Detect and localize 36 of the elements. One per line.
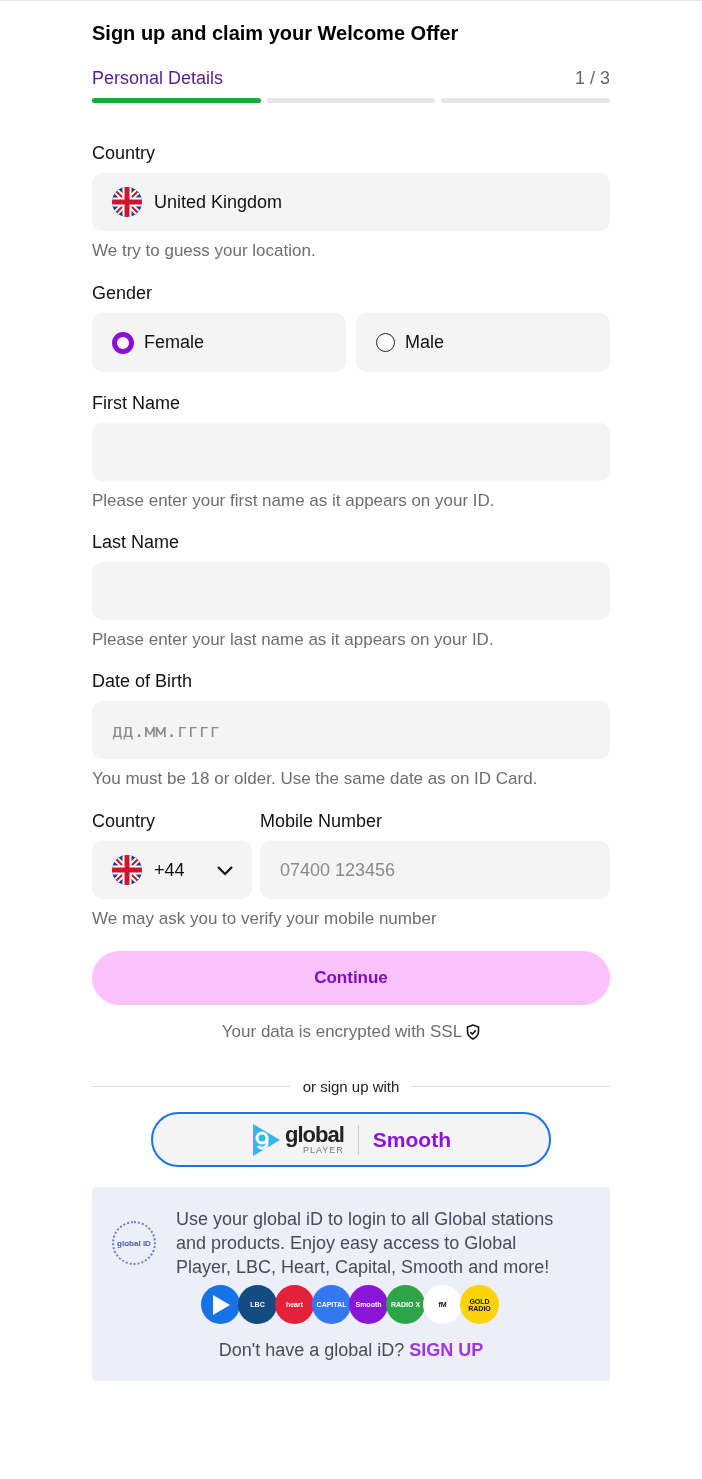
info-text: Use your global iD to login to all Global stations and products. Enjoy easy access to Global Player, LBC, Heart, Capital, Smooth and more!: [176, 1208, 555, 1279]
global-player-signup-button[interactable]: global PLAYER Smooth: [151, 1112, 551, 1167]
field-label: Last Name: [92, 532, 181, 553]
helper-text: You must be 18 or older. Use the same date as on ID Card.: [92, 769, 539, 789]
play-logo-icon: [251, 1122, 282, 1157]
field-label: Mobile Number: [260, 811, 383, 832]
step-counter: 1 / 3: [574, 68, 610, 89]
country-select[interactable]: United Kingdom: [92, 173, 610, 231]
ssl-note: Your data is encrypted with SSL: [221, 1022, 463, 1042]
page-title: Sign up and claim your Welcome Offer: [92, 22, 460, 45]
radio-option[interactable]: Male: [356, 313, 610, 372]
divider-label: or sign up with: [302, 1078, 400, 1095]
field-label: Gender: [92, 283, 154, 304]
field-label: Date of Birth: [92, 671, 194, 692]
radio-button[interactable]: [112, 331, 134, 354]
helper-text: Please enter your last name as it appears on your ID.: [92, 630, 495, 650]
field-label: Country: [92, 143, 157, 164]
continue-button[interactable]: Continue: [92, 951, 610, 1005]
sign-up-link[interactable]: SIGN UP: [409, 1340, 484, 1360]
helper-text: We try to guess your location.: [92, 241, 317, 261]
chevron-down-icon: [216, 864, 234, 876]
phone-input[interactable]: 07400 123456: [260, 841, 610, 899]
global-id-logo: global iD: [112, 1221, 156, 1265]
field-label: Country: [92, 811, 157, 832]
shield-check-icon: [466, 1024, 481, 1040]
radio-button[interactable]: [376, 333, 395, 352]
field-label: First Name: [92, 393, 181, 414]
flag-icon: [112, 855, 142, 885]
input-field[interactable]: дд.мм.гггг: [92, 701, 610, 759]
helper-text: We may ask you to verify your mobile number: [92, 909, 438, 929]
radio-option[interactable]: Female: [92, 313, 346, 372]
signup-prompt: Don't have a global iD? SIGN UP: [218, 1340, 484, 1361]
helper-text: Please enter your first name as it appears on your ID.: [92, 491, 496, 511]
flag-icon: [112, 187, 142, 217]
step-label: Personal Details: [92, 68, 224, 89]
country-code-select[interactable]: +44: [92, 841, 252, 899]
